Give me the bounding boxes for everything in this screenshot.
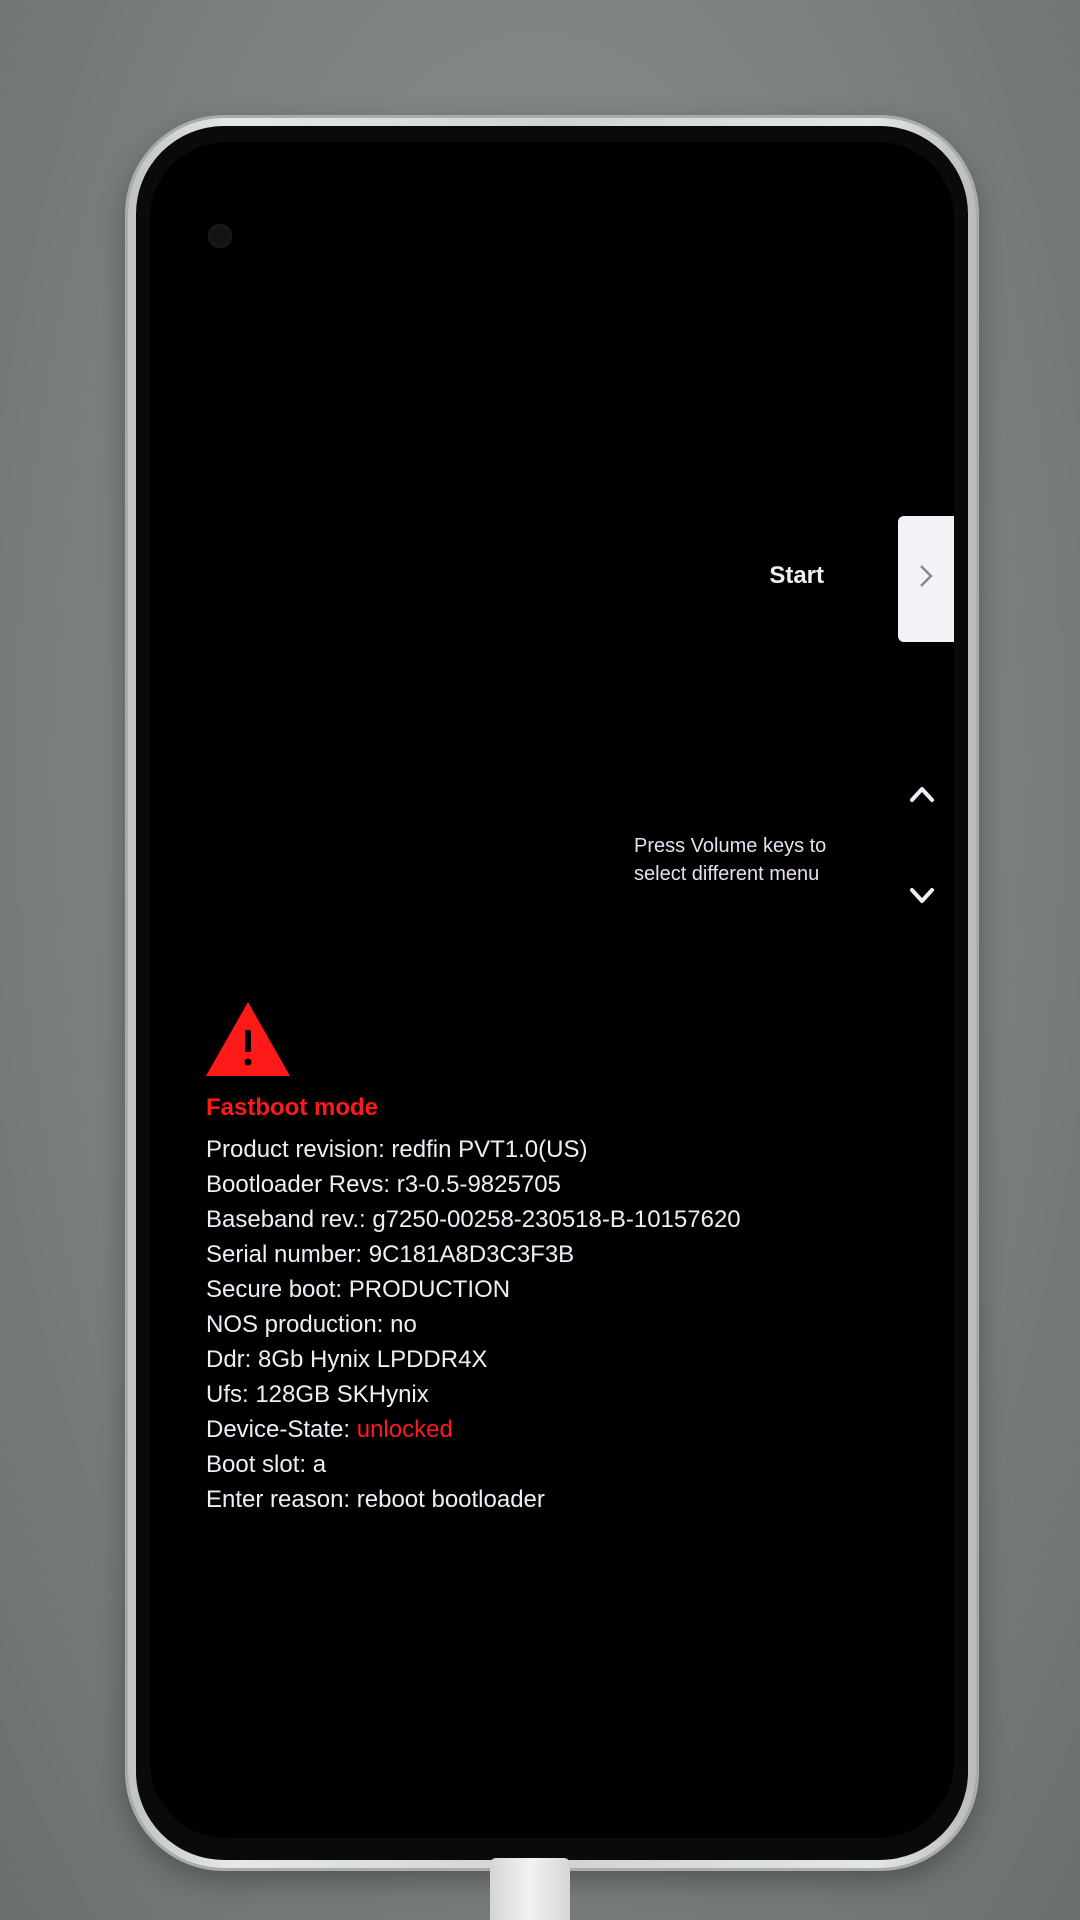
ddr-info: Ddr: 8Gb Hynix LPDDR4X (206, 1346, 488, 1373)
start-menu-label: Start (769, 562, 824, 589)
baseband-rev: Baseband rev.: g7250-00258-230518-B-1015… (206, 1206, 741, 1233)
chevron-up-icon (909, 785, 935, 808)
serial-number: Serial number: 9C181A8D3C3F3B (206, 1241, 575, 1268)
warning-triangle-icon (204, 1000, 292, 1078)
volume-down-indicator[interactable] (904, 880, 940, 916)
bootloader-revs: Bootloader Revs: r3-0.5-9825705 (206, 1171, 561, 1198)
volume-up-indicator[interactable] (904, 778, 940, 814)
phone-device: Start Press Volume keys to select differ… (128, 118, 976, 1868)
enter-reason: Enter reason: reboot bootloader (206, 1486, 545, 1513)
usb-cable (490, 1858, 570, 1920)
device-info-list: Product revision: redfin PVT1.0(US) Boot… (206, 1132, 741, 1517)
phone-bezel: Start Press Volume keys to select differ… (136, 126, 968, 1860)
chevron-right-icon (918, 563, 934, 596)
fastboot-mode-title: Fastboot mode (206, 1094, 378, 1121)
product-revision: Product revision: redfin PVT1.0(US) (206, 1136, 588, 1163)
fastboot-screen: Start Press Volume keys to select differ… (150, 142, 954, 1838)
volume-keys-hint: Press Volume keys to select different me… (634, 835, 827, 885)
secure-boot: Secure boot: PRODUCTION (206, 1276, 511, 1303)
front-camera (208, 224, 232, 248)
device-state-label: Device-State: (206, 1416, 357, 1443)
chevron-down-icon (909, 887, 935, 910)
nos-production: NOS production: no (206, 1311, 417, 1338)
start-button[interactable] (898, 516, 954, 642)
boot-slot: Boot slot: a (206, 1451, 327, 1478)
ufs-info: Ufs: 128GB SKHynix (206, 1381, 429, 1408)
device-state-value: unlocked (356, 1416, 453, 1443)
device-state: Device-State: unlocked (206, 1412, 741, 1447)
